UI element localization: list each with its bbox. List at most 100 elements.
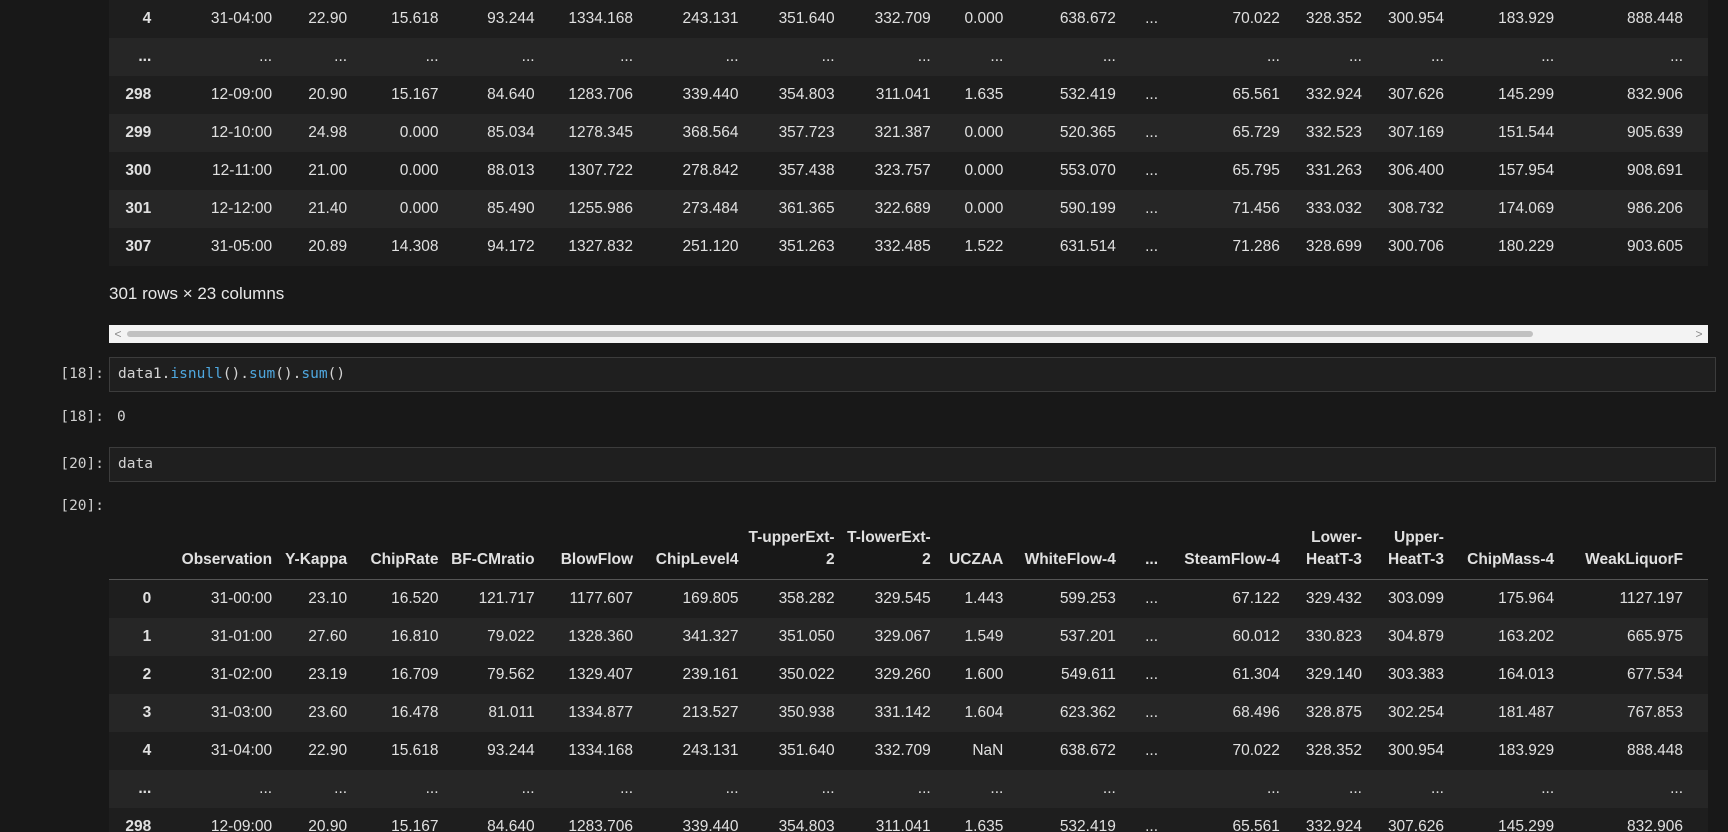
- table-cell: 65.561: [1166, 76, 1288, 114]
- table-cell: 180.229: [1451, 228, 1563, 266]
- table-cell: 350.022: [746, 656, 843, 694]
- table-cell: 300.706: [1369, 228, 1452, 266]
- table-cell: 339.440: [641, 808, 747, 832]
- code-token: data: [118, 456, 153, 472]
- column-header: Lower-HeatT-3: [1287, 495, 1370, 580]
- table-cell: 351.640: [746, 732, 843, 770]
- row-index: 0: [109, 579, 166, 618]
- table-cell: 306.400: [1369, 152, 1452, 190]
- table-cell: 302.254: [1369, 694, 1452, 732]
- table-cell: 12-09:00: [165, 76, 281, 114]
- column-header: ...: [1123, 495, 1167, 580]
- table-cell: 174.069: [1451, 190, 1563, 228]
- top-dataframe: 4 31-04:00 22.90 15.618 93.244 1334.168 243.13…: [109, 0, 1708, 266]
- table-cell: 1344.469: [1691, 114, 1708, 152]
- table-row: 298 12-09:00 20.90 15.167 84.640 1283.706 339.…: [109, 76, 1708, 114]
- table-cell: 329.140: [1287, 656, 1370, 694]
- row-index: 4: [109, 0, 166, 38]
- table-cell: 341.327: [641, 618, 747, 656]
- row-index: 301: [109, 190, 166, 228]
- table-cell: 631.514: [1011, 228, 1124, 266]
- table-cell: ...: [1123, 618, 1167, 656]
- table-cell: 20.90: [280, 808, 356, 832]
- table-cell: 85.034: [446, 114, 543, 152]
- table-cell: 1344.588: [1691, 152, 1708, 190]
- column-header: ChipLevel4: [641, 495, 747, 580]
- table-cell: ...: [641, 38, 747, 76]
- column-header: Observation: [165, 495, 281, 580]
- table-cell: 1324.461: [1691, 694, 1708, 732]
- table-cell: 358.282: [746, 579, 843, 618]
- table-cell: 332.523: [1287, 114, 1370, 152]
- table-cell: ...: [1123, 656, 1167, 694]
- table-cell: 329.067: [842, 618, 939, 656]
- table-cell: 81.011: [446, 694, 543, 732]
- table-cell: 60.012: [1166, 618, 1288, 656]
- table-cell: 65.561: [1166, 808, 1288, 832]
- table-cell: 333.032: [1287, 190, 1370, 228]
- table-cell: ...: [1123, 152, 1167, 190]
- table-cell: ...: [1562, 770, 1692, 808]
- table-cell: 15.618: [355, 732, 447, 770]
- table-cell: 307.626: [1369, 76, 1452, 114]
- row-index: ...: [109, 38, 166, 76]
- row-index: 300: [109, 152, 166, 190]
- column-header: SteamFlow-4: [1166, 495, 1288, 580]
- row-index: 299: [109, 114, 166, 152]
- scroll-right-icon[interactable]: >: [1692, 325, 1706, 343]
- table-cell: 1348.747: [1691, 190, 1708, 228]
- code-token: data1: [118, 366, 162, 382]
- table-cell: 351.050: [746, 618, 843, 656]
- table-cell: ...: [1451, 38, 1563, 76]
- cell-20-output-prompt: [20]:: [60, 498, 104, 514]
- horizontal-scrollbar[interactable]: < >: [109, 325, 1708, 343]
- table-cell: ...: [1287, 770, 1370, 808]
- table-cell: 311.041: [842, 808, 939, 832]
- table-cell: 1329.407: [542, 656, 642, 694]
- table-row: 298 12-09:00 20.90 15.167 84.640 1283.706 339.…: [109, 808, 1708, 832]
- table-cell: ...: [1691, 38, 1708, 76]
- table-cell: 183.929: [1451, 732, 1563, 770]
- table-cell: 328.699: [1287, 228, 1370, 266]
- table-cell: 1343.424: [1691, 732, 1708, 770]
- table-cell: 65.795: [1166, 152, 1288, 190]
- table-cell: 1283.706: [542, 808, 642, 832]
- table-cell: 767.853: [1562, 694, 1692, 732]
- table-cell: 273.484: [641, 190, 747, 228]
- column-header: ChipMass-4: [1451, 495, 1563, 580]
- table-cell: ...: [542, 38, 642, 76]
- row-index: 2: [109, 656, 166, 694]
- table-cell: ...: [280, 770, 356, 808]
- table-cell: ...: [746, 38, 843, 76]
- table-cell: 0.000: [938, 0, 1012, 38]
- cell-20-code-editor[interactable]: data: [109, 447, 1716, 482]
- table-cell: 1297.317: [1691, 618, 1708, 656]
- table-cell: [1123, 38, 1167, 76]
- table-cell: 71.456: [1166, 190, 1288, 228]
- table-cell: 599.253: [1011, 579, 1124, 618]
- table-cell: 71.286: [1166, 228, 1288, 266]
- table-cell: 1327.832: [542, 228, 642, 266]
- table-cell: 20.89: [280, 228, 356, 266]
- scrollbar-thumb[interactable]: [127, 331, 1533, 337]
- table-cell: 330.823: [1287, 618, 1370, 656]
- table-cell: ...: [446, 770, 543, 808]
- table-cell: 1283.706: [542, 76, 642, 114]
- scroll-left-icon[interactable]: <: [111, 325, 125, 343]
- table-cell: 67.122: [1166, 579, 1288, 618]
- table-cell: 213.527: [641, 694, 747, 732]
- column-header: BlowFlow: [542, 495, 642, 580]
- table-cell: 0.000: [355, 114, 447, 152]
- table-cell: 169.805: [641, 579, 747, 618]
- table-cell: 304.879: [1369, 618, 1452, 656]
- table-row: 301 12-12:00 21.40 0.000 85.490 1255.986 273.4…: [109, 190, 1708, 228]
- table-cell: ...: [938, 38, 1012, 76]
- code-token: (): [327, 366, 346, 382]
- table-cell: ...: [1166, 770, 1288, 808]
- table-cell: 328.875: [1287, 694, 1370, 732]
- table-row: 4 31-04:00 22.90 15.618 93.244 1334.168 243.13…: [109, 0, 1708, 38]
- cell-18-code-editor[interactable]: data1.isnull().sum().sum(): [109, 357, 1716, 392]
- code-token: ().: [275, 366, 302, 382]
- table-cell: 321.387: [842, 114, 939, 152]
- table-cell: 1278.345: [542, 114, 642, 152]
